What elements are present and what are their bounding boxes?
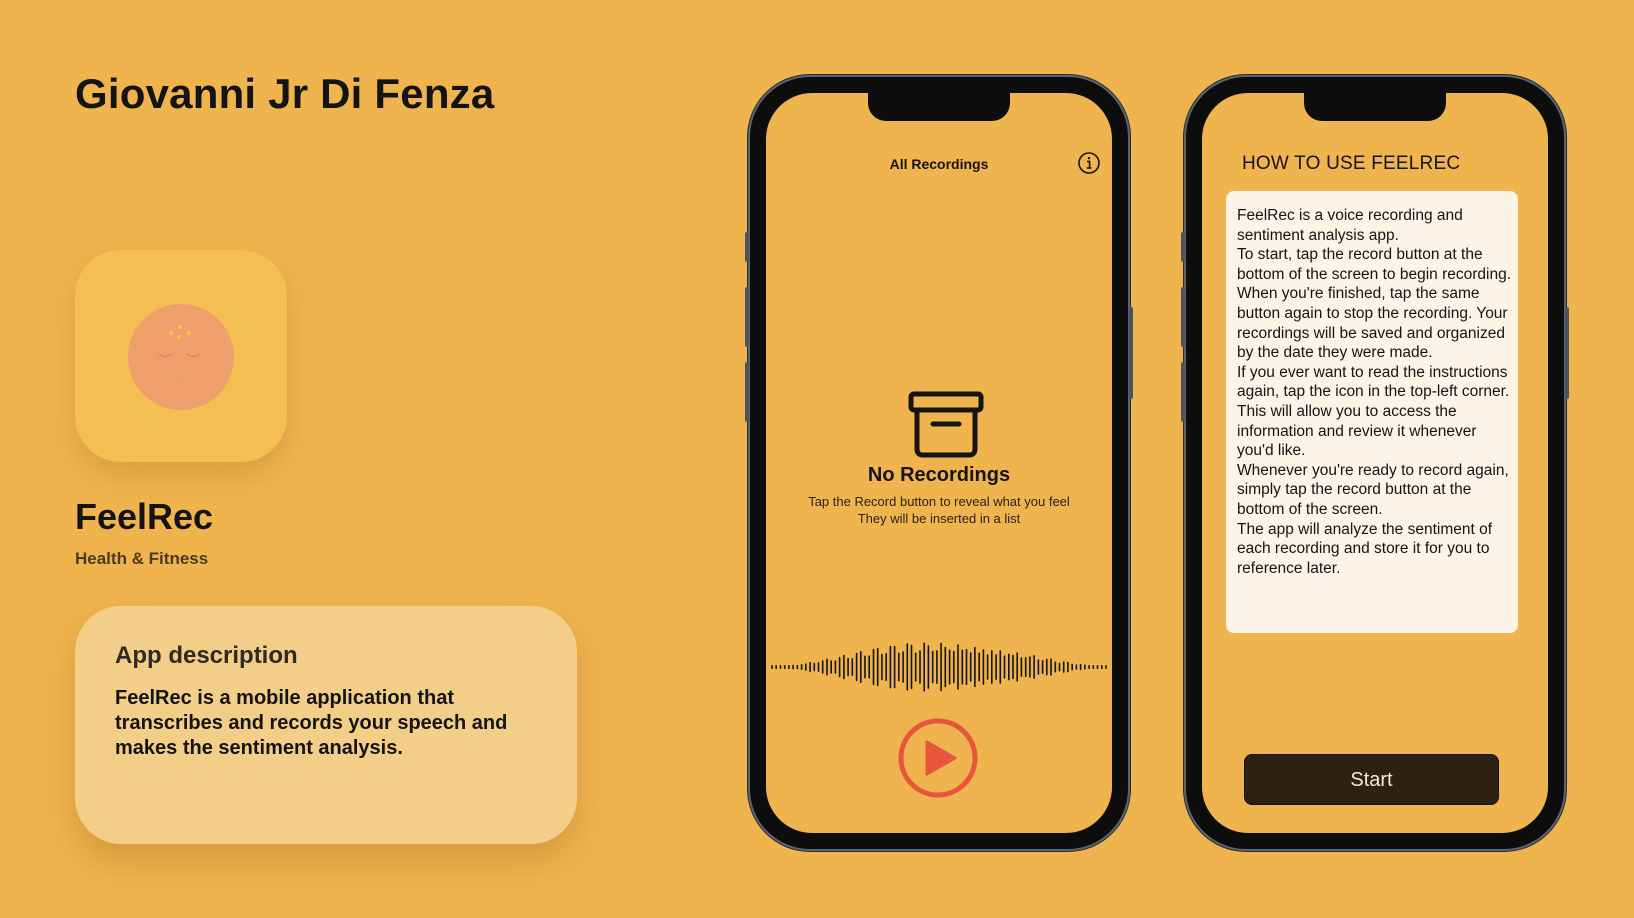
power-button <box>1129 307 1133 399</box>
instruction-paragraph: If you ever want to read the instruction… <box>1237 363 1510 460</box>
app-icon <box>75 250 287 462</box>
howto-title: HOW TO USE FEELREC <box>1242 153 1461 174</box>
phone-howto: HOW TO USE FEELREC FeelRec is a voice re… <box>1181 77 1569 849</box>
volume-down-button <box>745 362 749 422</box>
play-circle-icon <box>898 718 978 798</box>
instruction-paragraph: FeelRec is a voice recording and sentime… <box>1237 207 1463 244</box>
app-description-text: FeelRec is a mobile application that tra… <box>115 687 508 759</box>
audio-waveform <box>771 642 1107 692</box>
mute-switch <box>1181 232 1185 262</box>
power-button <box>1565 307 1569 399</box>
instruction-paragraph: The app will analyze the sentiment of ea… <box>1237 520 1493 577</box>
volume-up-button <box>1181 287 1185 347</box>
app-description-title: App description <box>115 642 298 669</box>
face-icon <box>128 304 234 410</box>
notch <box>868 93 1010 121</box>
volume-down-button <box>1181 362 1185 422</box>
empty-state-subtitle: Tap the Record button to reveal what you… <box>766 493 1112 527</box>
app-name: FeelRec <box>75 496 214 537</box>
recordings-screen: All Recordings No Recordings Tap the Rec… <box>766 93 1112 833</box>
app-category: Health & Fitness <box>75 549 209 568</box>
instructions-text: FeelRec is a voice recording and sentime… <box>1237 206 1512 578</box>
instruction-paragraph: To start, tap the record button at the b… <box>1237 246 1511 283</box>
archive-box-icon <box>908 391 984 464</box>
start-button[interactable]: Start <box>1244 754 1499 805</box>
instructions-card: FeelRec is a voice recording and sentime… <box>1226 191 1518 633</box>
record-button[interactable] <box>897 717 979 799</box>
phone-recordings: All Recordings No Recordings Tap the Rec… <box>745 77 1133 849</box>
volume-up-button <box>745 287 749 347</box>
author-name: Giovanni Jr Di Fenza <box>75 70 495 117</box>
mute-switch <box>745 232 749 262</box>
app-description-card: App description FeelRec is a mobile appl… <box>75 606 577 844</box>
instruction-paragraph: When you're finished, tap the same butto… <box>1237 285 1508 362</box>
notch <box>1304 93 1446 121</box>
instruction-paragraph: Whenever you're ready to record again, s… <box>1237 461 1509 518</box>
empty-state-line1: Tap the Record button to reveal what you… <box>808 494 1070 509</box>
nav-title: All Recordings <box>889 156 989 172</box>
empty-state-line2: They will be inserted in a list <box>857 511 1021 526</box>
info-icon[interactable] <box>1077 151 1101 175</box>
empty-state-title: No Recordings <box>867 464 1011 486</box>
howto-screen: HOW TO USE FEELREC FeelRec is a voice re… <box>1202 93 1548 833</box>
